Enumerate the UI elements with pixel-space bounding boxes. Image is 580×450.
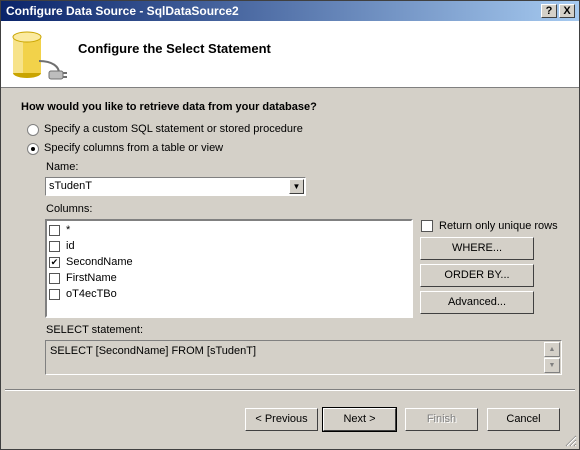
page-title: Configure the Select Statement	[78, 41, 271, 56]
column-name: SecondName	[66, 256, 133, 268]
configure-data-source-dialog: Configure Data Source - SqlDataSource2 ?…	[0, 0, 580, 450]
column-checkbox-checked[interactable]: ✔	[49, 257, 60, 268]
scroll-down-icon[interactable]: ▼	[544, 358, 560, 373]
unique-rows-label[interactable]: Return only unique rows	[439, 220, 558, 232]
previous-button[interactable]: < Previous	[245, 408, 318, 431]
column-name: id	[66, 240, 75, 252]
database-plug-icon	[12, 31, 67, 80]
column-name: oT4ecTBo	[66, 288, 117, 300]
table-columns-label[interactable]: Specify columns from a table or view	[44, 142, 223, 154]
column-name: *	[66, 224, 71, 236]
footer-divider	[5, 389, 575, 391]
resize-grip-icon[interactable]	[563, 433, 577, 447]
scroll-up-icon[interactable]: ▲	[544, 342, 560, 357]
column-name: FirstName	[66, 272, 117, 284]
radio-selected-dot	[31, 147, 35, 151]
where-button[interactable]: WHERE...	[420, 237, 534, 260]
column-checkbox[interactable]	[49, 225, 60, 236]
title-bar: Configure Data Source - SqlDataSource2 ?…	[1, 1, 579, 21]
cancel-button[interactable]: Cancel	[487, 408, 560, 431]
wizard-header: Configure the Select Statement	[1, 21, 579, 88]
columns-label: Columns:	[46, 203, 93, 215]
column-checkbox[interactable]	[49, 273, 60, 284]
table-name-value: sTudenT	[49, 180, 93, 192]
window-title: Configure Data Source - SqlDataSource2	[6, 4, 239, 18]
custom-sql-radio[interactable]	[27, 124, 39, 136]
select-statement-text: SELECT [SecondName] FROM [sTudenT]	[50, 345, 257, 357]
columns-list[interactable]: * id ✔ SecondName FirstName oT4ecTBo	[45, 219, 413, 318]
unique-rows-checkbox[interactable]	[421, 220, 433, 232]
table-columns-radio[interactable]	[27, 143, 39, 155]
finish-button[interactable]: Finish	[405, 408, 478, 431]
chevron-down-icon[interactable]: ▼	[289, 179, 304, 194]
advanced-button[interactable]: Advanced...	[420, 291, 534, 314]
column-checkbox[interactable]	[49, 289, 60, 300]
order-by-button[interactable]: ORDER BY...	[420, 264, 534, 287]
select-statement-label: SELECT statement:	[46, 324, 144, 336]
custom-sql-label[interactable]: Specify a custom SQL statement or stored…	[44, 123, 303, 135]
question-label: How would you like to retrieve data from…	[21, 101, 317, 113]
select-statement-box: SELECT [SecondName] FROM [sTudenT] ▲ ▼	[45, 340, 562, 375]
next-button[interactable]: Next >	[322, 407, 397, 432]
scrollbar[interactable]: ▲ ▼	[544, 342, 560, 373]
name-label: Name:	[46, 161, 79, 173]
help-button[interactable]: ?	[541, 4, 557, 18]
close-button[interactable]: X	[559, 4, 575, 18]
column-checkbox[interactable]	[49, 241, 60, 252]
table-name-select[interactable]: sTudenT ▼	[45, 177, 306, 196]
